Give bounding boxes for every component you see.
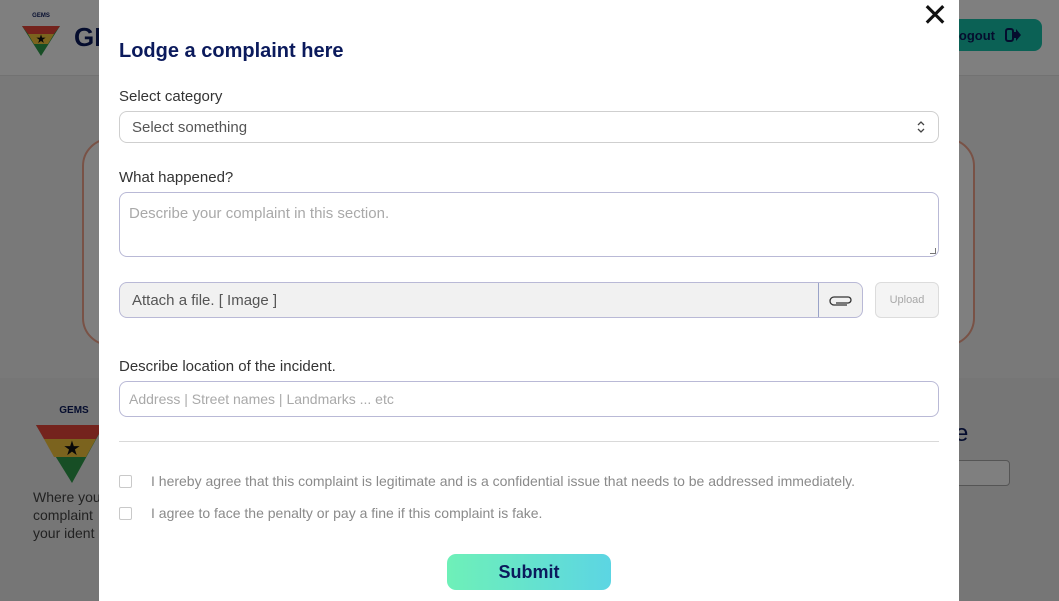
agreement-legitimate-row: I hereby agree that this complaint is le… [119,473,855,489]
chevron-down-icon [917,121,925,133]
complaint-textarea[interactable]: Describe your complaint in this section. [119,192,939,257]
agreement-penalty-row: I agree to face the penalty or pay a fin… [119,505,542,521]
complaint-modal: ✕ Lodge a complaint here Select category… [99,0,959,601]
close-icon[interactable]: ✕ [921,0,949,31]
complaint-placeholder: Describe your complaint in this section. [129,205,390,222]
location-input[interactable]: Address | Street names | Landmarks ... e… [119,381,939,417]
location-label: Describe location of the incident. [119,358,336,375]
upload-button[interactable]: Upload [875,282,939,318]
location-placeholder: Address | Street names | Landmarks ... e… [129,391,394,407]
agreement-legitimate-label: I hereby agree that this complaint is le… [151,473,856,489]
category-selected-value: Select something [132,118,248,136]
modal-title: Lodge a complaint here [119,40,344,62]
category-select[interactable]: Select something [119,111,939,143]
category-label: Select category [119,88,223,105]
file-attach-text: Attach a file. [ Image ] [132,291,278,309]
agreement-penalty-label: I agree to face the penalty or pay a fin… [151,505,543,521]
submit-button[interactable]: Submit [447,554,611,590]
agreement-penalty-checkbox[interactable] [119,506,132,520]
divider [119,441,939,442]
agreement-legitimate-checkbox[interactable] [119,474,132,488]
file-attach-field[interactable]: Attach a file. [ Image ] [119,282,863,318]
resize-handle[interactable] [930,248,936,254]
paperclip-icon[interactable] [818,283,862,317]
what-happened-label: What happened? [119,169,234,186]
